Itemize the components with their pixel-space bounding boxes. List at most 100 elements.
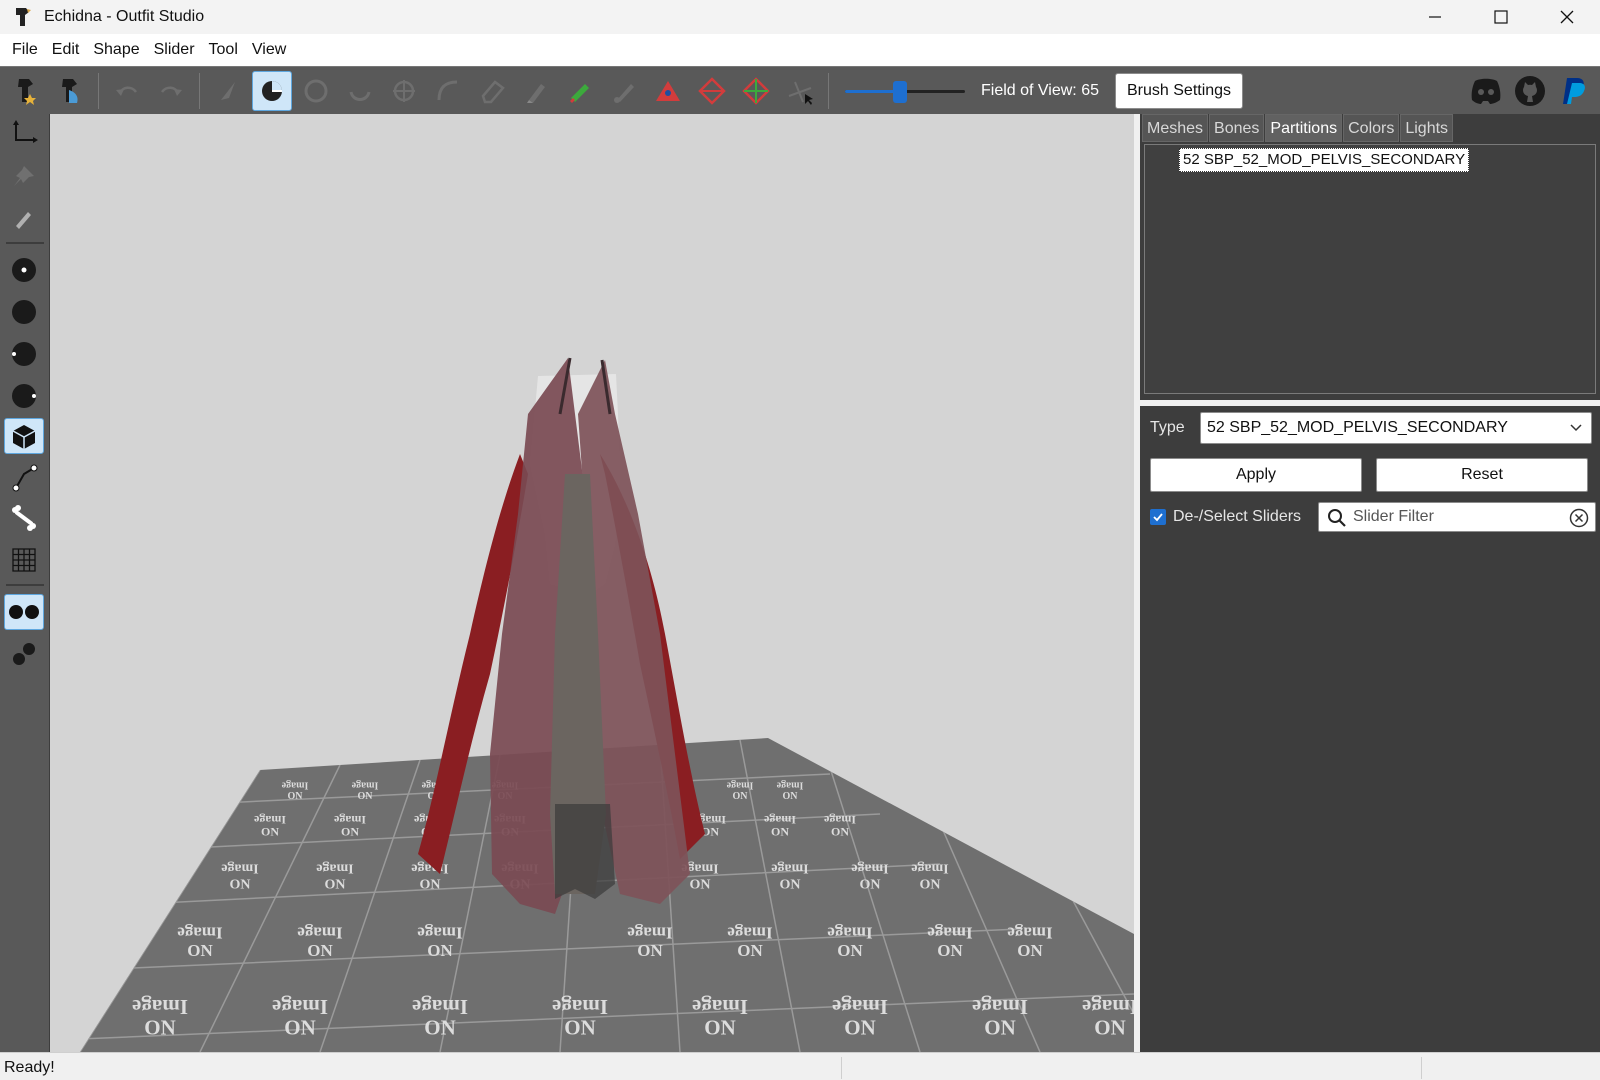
brush-settings-button[interactable]: Brush Settings <box>1115 72 1244 109</box>
load-outfit-button[interactable] <box>50 71 90 111</box>
minimize-button[interactable] <box>1402 0 1468 34</box>
transform-tool-button[interactable] <box>4 114 44 150</box>
deflate-brush-icon <box>349 90 371 101</box>
lighting-left-button[interactable] <box>4 336 44 372</box>
grid-view-button[interactable] <box>4 542 44 578</box>
undiff-brush-button[interactable] <box>472 71 512 111</box>
move-brush-button[interactable] <box>384 71 424 111</box>
clear-search-icon[interactable] <box>1569 508 1589 528</box>
floor-tile-label: Image <box>771 860 808 875</box>
mask-brush-button[interactable] <box>252 70 292 111</box>
show-vertices-button[interactable] <box>4 252 44 288</box>
discord-icon <box>1471 78 1501 104</box>
pencil-icon <box>16 212 31 229</box>
reset-button[interactable]: Reset <box>1376 458 1588 492</box>
vertex-edit-tool-button[interactable] <box>4 200 44 236</box>
collapse-vertex-button[interactable] <box>648 71 688 111</box>
deselect-sliders-checkbox[interactable]: De-/Select Sliders <box>1150 508 1301 526</box>
panel-divider[interactable] <box>1140 400 1600 406</box>
redo-button[interactable] <box>151 71 191 111</box>
maximize-button[interactable] <box>1468 0 1534 34</box>
inflate-brush-button[interactable] <box>296 71 336 111</box>
tab-meshes[interactable]: Meshes <box>1142 114 1209 142</box>
connected-dots-icon <box>13 643 35 665</box>
menu-view[interactable]: View <box>246 37 292 63</box>
smooth-brush-icon <box>437 80 458 100</box>
smooth-brush-button[interactable] <box>428 71 468 111</box>
weight-brush-button[interactable] <box>516 71 556 111</box>
wireframe-button[interactable] <box>4 460 44 496</box>
color-brush-icon <box>570 83 589 103</box>
apply-button[interactable]: Apply <box>1150 458 1362 492</box>
split-edge-button[interactable] <box>736 71 776 111</box>
floor-tile-label: ON <box>771 825 789 839</box>
tab-partitions[interactable]: Partitions <box>1265 114 1343 142</box>
floor-tile-label: ON <box>427 941 453 960</box>
floor-tile-label: ON <box>637 941 663 960</box>
floor-tile-label: ON <box>424 1016 456 1040</box>
move-vertex-button[interactable] <box>780 71 820 111</box>
menu-edit[interactable]: Edit <box>46 37 86 63</box>
lit-sphere-right-icon <box>12 384 36 408</box>
checkbox-checked-icon <box>1150 509 1166 525</box>
menu-shape[interactable]: Shape <box>87 37 145 63</box>
floor-tile-label: Image <box>827 924 873 943</box>
redo-icon <box>160 86 182 96</box>
floor-tile-label: Image <box>316 860 353 875</box>
type-label: Type <box>1150 419 1185 436</box>
floor-tile-label: Image <box>417 924 463 943</box>
minimize-icon <box>1429 16 1441 18</box>
field-of-view-slider[interactable] <box>845 71 965 111</box>
undo-icon <box>116 86 138 96</box>
pivot-tool-button[interactable] <box>4 158 44 194</box>
alpha-brush-button[interactable] <box>604 71 644 111</box>
github-button[interactable] <box>1510 71 1550 111</box>
floor-tile-label: ON <box>690 877 711 892</box>
partition-list-item[interactable]: 52 SBP_52_MOD_PELVIS_SECONDARY <box>1179 148 1470 172</box>
maximize-icon <box>1494 10 1508 24</box>
floor-tile-label: ON <box>261 825 279 839</box>
floor-tile-label: ON <box>288 791 304 802</box>
paypal-icon <box>1563 77 1585 104</box>
bones-view-button[interactable] <box>4 500 44 536</box>
color-brush-button[interactable] <box>560 71 600 111</box>
tab-bones[interactable]: Bones <box>1209 114 1265 142</box>
menu-slider[interactable]: Slider <box>148 37 201 63</box>
status-separator <box>1421 1057 1422 1079</box>
slider-filter-input[interactable] <box>1353 506 1553 528</box>
partition-list[interactable]: 52 SBP_52_MOD_PELVIS_SECONDARY <box>1144 144 1596 394</box>
discord-button[interactable] <box>1466 71 1506 111</box>
outfit-studio-logo-icon <box>16 8 31 26</box>
tab-colors[interactable]: Colors <box>1343 114 1400 142</box>
deflate-brush-button[interactable] <box>340 71 380 111</box>
floor-tile-label: ON <box>187 941 213 960</box>
cube-icon <box>12 425 36 449</box>
close-icon <box>1560 10 1574 24</box>
paypal-button[interactable] <box>1554 71 1594 111</box>
solid-shading-button[interactable] <box>4 294 44 330</box>
symmetry-mirror-button[interactable] <box>4 594 44 630</box>
edge-vertex-icon <box>12 464 38 492</box>
menu-tool[interactable]: Tool <box>203 37 244 63</box>
left-tool-strip <box>0 114 50 1052</box>
close-button[interactable] <box>1534 0 1600 34</box>
tab-lights[interactable]: Lights <box>1400 114 1454 142</box>
floor-tile-label: ON <box>831 825 849 839</box>
menu-file[interactable]: File <box>6 37 44 63</box>
flip-edge-button[interactable] <box>692 71 732 111</box>
load-reference-button[interactable] <box>6 71 46 111</box>
flip-edge-icon <box>698 76 726 105</box>
viewport-scene: ImageONImageONImageONImageONImageONImage… <box>80 357 1134 1052</box>
partition-type-dropdown[interactable]: 52 SBP_52_MOD_PELVIS_SECONDARY <box>1200 412 1592 444</box>
floor-tile-label: Image <box>221 860 258 875</box>
slider-filter-field[interactable] <box>1318 502 1596 532</box>
undo-button[interactable] <box>107 71 147 111</box>
connected-only-button[interactable] <box>4 636 44 672</box>
floor-tile-label: ON <box>358 791 374 802</box>
lighting-right-button[interactable] <box>4 378 44 414</box>
floor-tile-label: Image <box>851 860 888 875</box>
select-tool-button[interactable] <box>208 71 248 111</box>
texture-view-button[interactable] <box>4 418 44 454</box>
3d-viewport[interactable]: ImageONImageONImageONImageONImageONImage… <box>50 114 1134 1052</box>
floor-tile-label: ON <box>420 877 441 892</box>
